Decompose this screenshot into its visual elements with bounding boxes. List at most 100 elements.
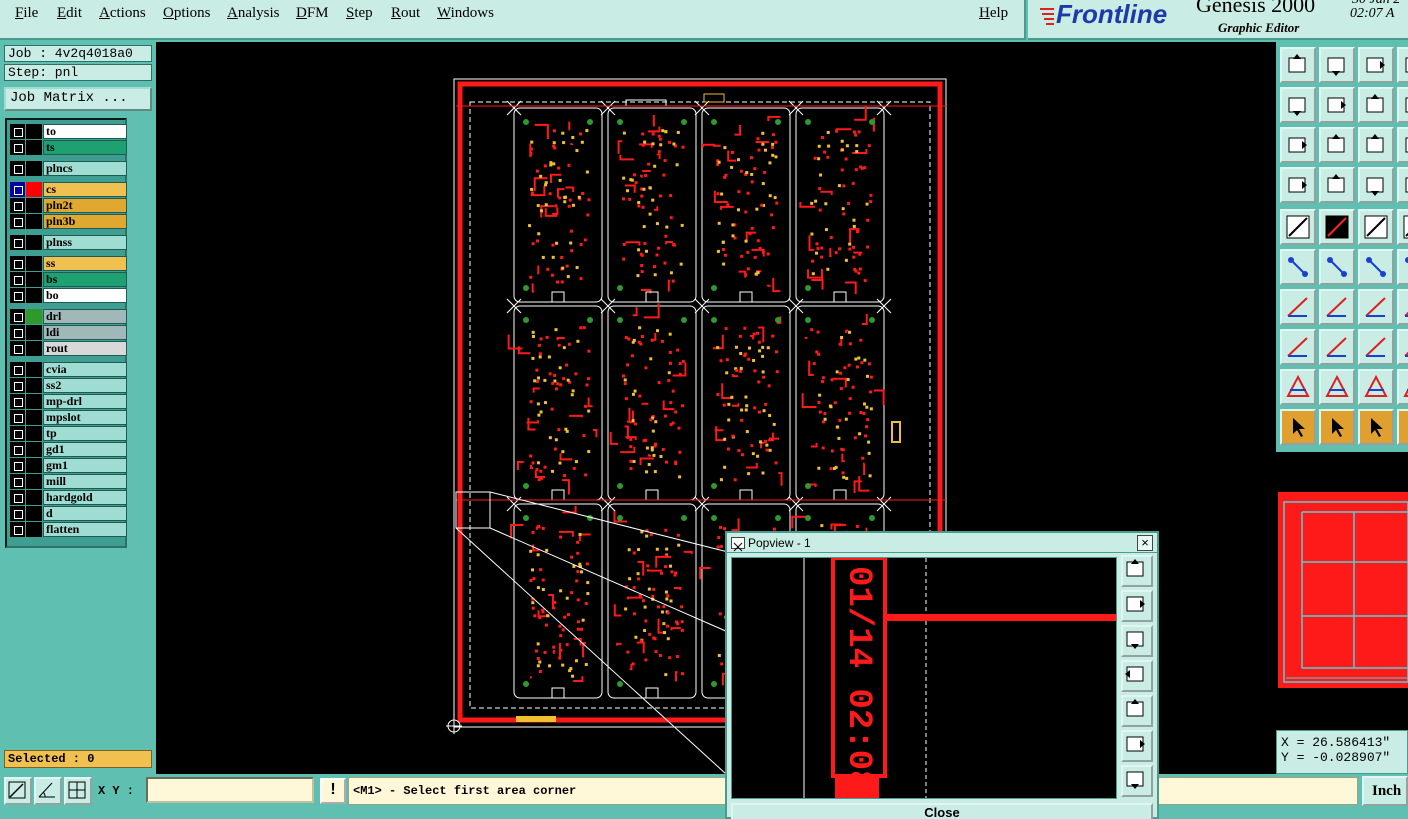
xy-input[interactable] (146, 777, 314, 803)
layer-color-swatch[interactable] (26, 490, 42, 505)
layer-name[interactable]: to (43, 124, 127, 139)
layer-name[interactable]: hardgold (43, 490, 127, 505)
layer-color-swatch[interactable] (26, 325, 42, 340)
layer-checkbox[interactable] (10, 490, 25, 505)
layer-name[interactable]: cvia (43, 362, 127, 377)
edit-line-button[interactable] (1397, 209, 1408, 245)
pan-left-button[interactable] (1319, 369, 1355, 405)
pan-down-button[interactable] (1397, 329, 1408, 365)
layer-color-swatch[interactable] (26, 378, 42, 393)
menu-help[interactable]: Help (979, 5, 1008, 22)
layer-checkbox[interactable] (10, 458, 25, 473)
popview-canvas[interactable]: 01/14 02:08 (731, 557, 1117, 799)
layer-name[interactable]: flatten (43, 522, 127, 537)
layer-name[interactable]: pln3b (43, 214, 127, 229)
layer-row-pln3b[interactable]: pln3b (9, 214, 127, 229)
layer-row-plnss[interactable]: plnss (9, 235, 127, 250)
zoom-area-button[interactable] (4, 777, 32, 805)
layer-row-bs[interactable]: bs (9, 272, 127, 287)
pointer-area-button[interactable] (1319, 329, 1355, 365)
menu-actions[interactable]: Actions (99, 5, 146, 22)
layer-color-swatch[interactable] (26, 140, 42, 155)
pan-right-button[interactable] (1280, 87, 1316, 123)
pan-up-button[interactable] (1358, 329, 1394, 365)
center-snap-button[interactable] (1397, 249, 1408, 285)
layer-row-cvia[interactable]: cvia (9, 362, 127, 377)
popview-zoom-window-button[interactable] (1121, 555, 1153, 587)
zoom-1to2-button[interactable] (1280, 127, 1316, 163)
layer-name[interactable]: cs (43, 182, 127, 197)
layer-row-mp-drl[interactable]: mp-drl (9, 394, 127, 409)
layer-row-pln2t[interactable]: pln2t (9, 198, 127, 213)
layer-color-swatch[interactable] (26, 124, 42, 139)
layer-color-swatch[interactable] (26, 182, 42, 197)
layer-checkbox[interactable] (10, 522, 25, 537)
layer-row-rout[interactable]: rout (9, 341, 127, 356)
layer-row-plncs[interactable]: plncs (9, 161, 127, 176)
layer-checkbox[interactable] (10, 325, 25, 340)
delete-point-button[interactable] (1280, 209, 1316, 245)
redraw-button[interactable] (1319, 87, 1355, 123)
close-icon[interactable]: × (1137, 535, 1153, 551)
menu-file[interactable]: File (15, 5, 38, 22)
draw-line-button[interactable] (1358, 209, 1394, 245)
layer-name[interactable]: mpslot (43, 410, 127, 425)
overview-window[interactable] (1276, 452, 1408, 730)
popview-zoom-in-button[interactable] (1121, 730, 1153, 762)
pan-up-button[interactable] (1280, 47, 1316, 83)
layer-row-flatten[interactable]: flatten (9, 522, 127, 537)
feature-info-button[interactable] (1280, 167, 1316, 203)
layer-color-swatch[interactable] (26, 394, 42, 409)
layer-name[interactable]: gd1 (43, 442, 127, 457)
layer-name[interactable]: plncs (43, 161, 127, 176)
layer-color-swatch[interactable] (26, 442, 42, 457)
layer-color-swatch[interactable] (26, 288, 42, 303)
layer-checkbox[interactable] (10, 341, 25, 356)
layer-row-cs[interactable]: cs (9, 182, 127, 197)
layer-name[interactable]: pln2t (43, 198, 127, 213)
arc-button[interactable] (1280, 289, 1316, 325)
layer-row-ts[interactable]: ts (9, 140, 127, 155)
layer-checkbox[interactable] (10, 288, 25, 303)
layer-checkbox[interactable] (10, 272, 25, 287)
window-menu-icon[interactable] (731, 537, 745, 552)
layer-color-swatch[interactable] (26, 235, 42, 250)
move-point-button[interactable] (1319, 209, 1355, 245)
measure-button[interactable] (1319, 167, 1355, 203)
layer-row-bo[interactable]: bo (9, 288, 127, 303)
grid-button[interactable] (1358, 127, 1394, 163)
layer-name[interactable]: ss2 (43, 378, 127, 393)
layer-color-swatch[interactable] (26, 161, 42, 176)
close-button[interactable]: Close (731, 803, 1153, 819)
home-view-button[interactable] (1358, 47, 1394, 83)
layer-checkbox[interactable] (10, 124, 25, 139)
layer-name[interactable]: d (43, 506, 127, 521)
layer-color-swatch[interactable] (26, 272, 42, 287)
layer-color-swatch[interactable] (26, 341, 42, 356)
popview-pan-down-button[interactable] (1121, 625, 1153, 657)
menu-options[interactable]: Options (163, 5, 211, 22)
zoom-center-button[interactable] (1397, 87, 1408, 123)
layer-name[interactable]: bo (43, 288, 127, 303)
zoom-1to2-button[interactable] (1358, 409, 1394, 445)
snap-button[interactable] (1397, 127, 1408, 163)
layer-color-swatch[interactable] (26, 198, 42, 213)
layer-name[interactable]: mill (43, 474, 127, 489)
pan-down-button[interactable] (1319, 47, 1355, 83)
layer-row-ss[interactable]: ss (9, 256, 127, 271)
settings-button[interactable] (1319, 127, 1355, 163)
layer-checkbox[interactable] (10, 161, 25, 176)
cut-line-button[interactable] (1358, 249, 1394, 285)
layer-checkbox[interactable] (10, 442, 25, 457)
zoom-center-button[interactable] (1319, 409, 1355, 445)
layer-row-to[interactable]: to (9, 124, 127, 139)
popview-zoom-out-button[interactable] (1121, 765, 1153, 797)
menu-step[interactable]: Step (346, 5, 373, 22)
layer-color-swatch[interactable] (26, 410, 42, 425)
layer-color-swatch[interactable] (26, 362, 42, 377)
layer-row-mpslot[interactable]: mpslot (9, 410, 127, 425)
zoom-fit-button[interactable] (1358, 87, 1394, 123)
popview-pan-up-button[interactable] (1121, 590, 1153, 622)
zoom-fit-button[interactable] (1280, 409, 1316, 445)
menu-analysis[interactable]: Analysis (227, 5, 280, 22)
